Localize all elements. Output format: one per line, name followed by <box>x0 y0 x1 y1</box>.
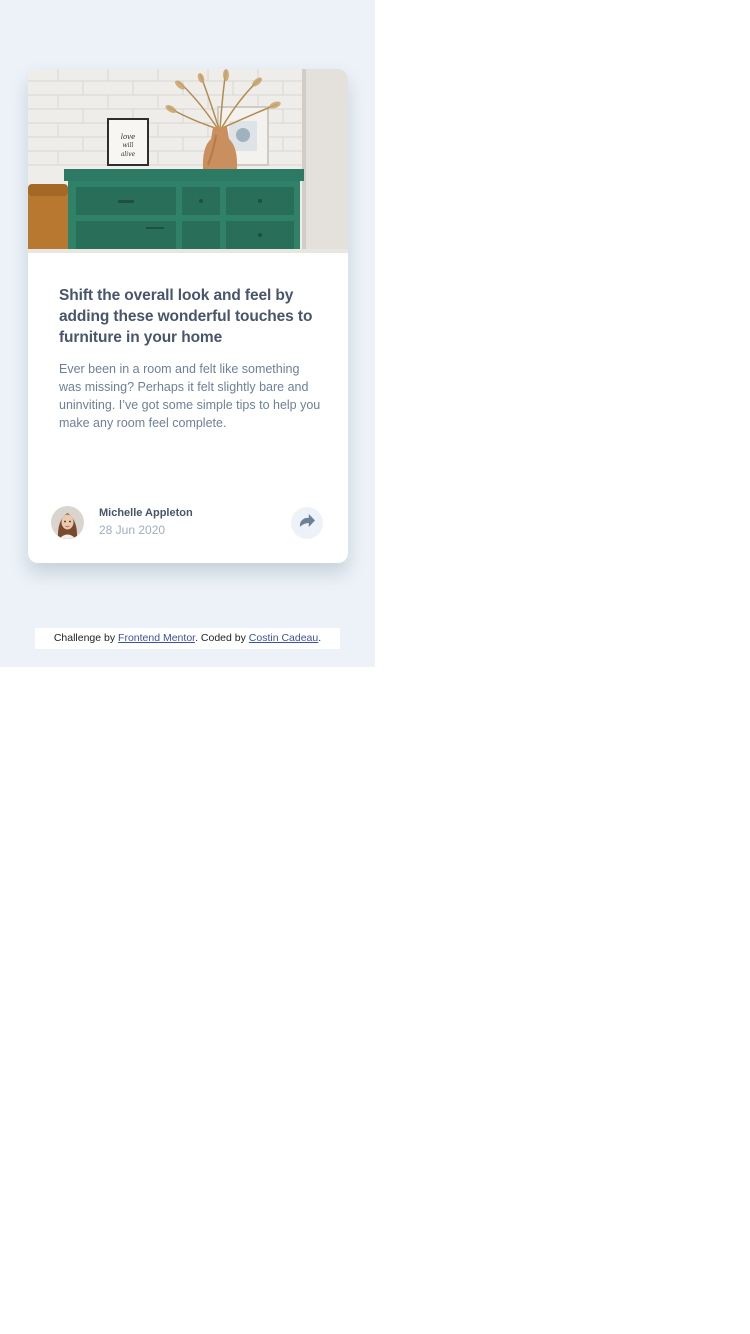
avatar <box>51 506 84 539</box>
share-icon <box>299 514 315 532</box>
article-description: Ever been in a room and felt like someth… <box>59 362 321 430</box>
author-bar: Michelle Appleton 28 Jun 2020 <box>51 506 331 540</box>
author-site-link[interactable]: Costin Cadeau <box>249 632 318 644</box>
svg-text:will: will <box>123 142 134 149</box>
article-card: love will alive Shift the overall look a… <box>28 69 348 563</box>
frontend-mentor-link[interactable]: Frontend Mentor <box>118 632 195 644</box>
attribution-prefix: Challenge by <box>53 632 119 644</box>
author-name: Michelle Appleton <box>99 507 193 519</box>
svg-text:love: love <box>121 133 136 141</box>
attribution-suffix: . <box>318 632 322 644</box>
svg-text:alive: alive <box>121 151 136 158</box>
attribution-middle: . Coded by <box>195 632 249 644</box>
publish-date: 28 Jun 2020 <box>99 523 166 537</box>
attribution-bar: Challenge by Frontend Mentor. Coded by C… <box>35 628 340 649</box>
share-button[interactable] <box>291 507 323 539</box>
article-title: Shift the overall look and feel by addin… <box>59 287 313 346</box>
page-background: love will alive Shift the overall look a… <box>0 0 375 667</box>
drawers-photo: love will alive <box>28 69 348 253</box>
